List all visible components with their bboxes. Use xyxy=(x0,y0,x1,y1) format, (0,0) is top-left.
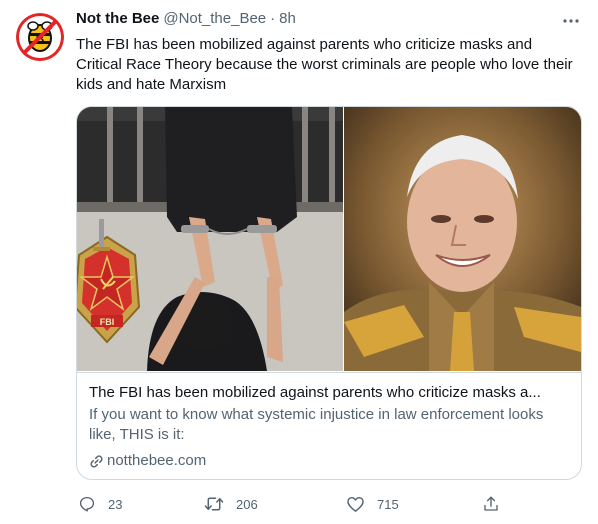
portrait-painting xyxy=(343,107,581,371)
heart-icon xyxy=(347,496,364,512)
share-icon xyxy=(484,496,498,511)
handle[interactable]: @Not_the_Bee xyxy=(163,10,266,27)
reply-bubble-icon xyxy=(79,496,95,512)
arrest-photo: FBI xyxy=(77,107,344,371)
tweet-actions: 23 206 715 xyxy=(70,490,510,518)
reply-button[interactable]: 23 xyxy=(78,490,122,518)
share-button[interactable] xyxy=(482,490,500,518)
retweet-icon xyxy=(204,497,224,511)
more-dots-icon xyxy=(563,19,579,23)
more-button[interactable] xyxy=(560,10,582,32)
link-icon xyxy=(90,454,103,468)
tweet[interactable]: B Not the Bee @Not_the_Bee · 8h The FBI … xyxy=(0,0,598,524)
retweet-button[interactable]: 206 xyxy=(204,490,258,518)
avatar[interactable]: B xyxy=(16,13,64,61)
tweet-header: Not the Bee @Not_the_Bee · 8h xyxy=(76,10,582,32)
card-media: FBI xyxy=(77,107,581,371)
like-count: 715 xyxy=(377,496,399,512)
fbi-badge-label: FBI xyxy=(100,317,115,327)
separator-dot: · xyxy=(270,10,276,27)
timestamp[interactable]: 8h xyxy=(279,10,296,27)
tweet-text: The FBI has been mobilized against paren… xyxy=(76,36,573,93)
bee-logo-icon: B xyxy=(16,13,64,61)
card-body: The FBI has been mobilized against paren… xyxy=(77,372,581,479)
card-description: If you want to know what systemic injust… xyxy=(89,406,544,443)
tweet-content: Not the Bee @Not_the_Bee · 8h The FBI ha… xyxy=(76,10,582,95)
link-card[interactable]: FBI The FBI has been mobilized against p… xyxy=(76,106,582,480)
display-name[interactable]: Not the Bee xyxy=(76,10,159,27)
reply-count: 23 xyxy=(108,496,123,512)
card-domain: notthebee.com xyxy=(89,451,569,471)
card-title: The FBI has been mobilized against paren… xyxy=(89,384,541,401)
card-domain-text: notthebee.com xyxy=(107,452,207,469)
retweet-count: 206 xyxy=(236,496,258,512)
like-button[interactable]: 715 xyxy=(346,490,399,518)
